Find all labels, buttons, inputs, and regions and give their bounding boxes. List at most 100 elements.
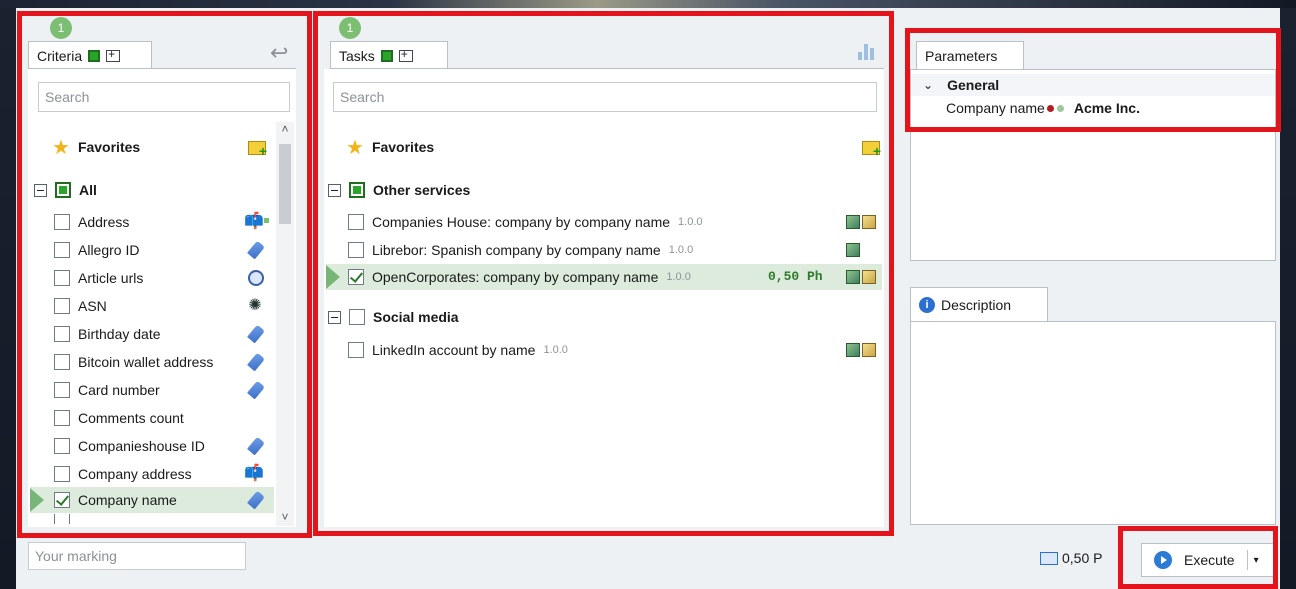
chart-icon-bar <box>858 52 862 60</box>
tag-icon <box>247 324 265 344</box>
tag-icon <box>247 240 265 260</box>
criteria-checkbox[interactable] <box>54 466 70 482</box>
criteria-checkbox[interactable] <box>54 492 70 508</box>
criteria-group-all[interactable]: All <box>34 176 97 204</box>
criteria-item[interactable]: Company address <box>54 460 248 488</box>
criteria-item[interactable]: ASN <box>54 292 248 320</box>
criteria-item-label: ASN <box>78 298 107 314</box>
marking-input[interactable]: Your marking <box>28 542 246 570</box>
cost-value: 0,50 P <box>1062 550 1103 566</box>
criteria-checkbox[interactable] <box>54 326 70 342</box>
status-dot-icon <box>1056 104 1064 112</box>
all-checkbox[interactable] <box>55 182 71 198</box>
tab-description[interactable]: i Description <box>910 287 1048 321</box>
add-favorite-folder-icon[interactable] <box>862 141 881 159</box>
criteria-item[interactable]: Birthday date <box>54 320 248 348</box>
cost-indicator: 0,50 P <box>1040 550 1102 566</box>
criteria-search-input[interactable]: Search <box>38 82 290 112</box>
tab-tasks[interactable]: Tasks <box>330 41 448 69</box>
undo-icon[interactable]: ↩ <box>270 40 288 66</box>
collapse-icon[interactable] <box>34 183 47 197</box>
all-label: All <box>79 182 97 198</box>
task-item[interactable]: Companies House: company by company name… <box>348 208 703 236</box>
tasks-tab-label: Tasks <box>339 47 375 64</box>
criteria-checkbox[interactable] <box>54 438 70 454</box>
execute-dropdown-divider <box>1246 550 1248 570</box>
criteria-item-label: Allegro ID <box>78 242 140 258</box>
criteria-checkbox[interactable] <box>54 514 70 524</box>
criteria-checkbox[interactable] <box>54 354 70 370</box>
criteria-checkbox[interactable] <box>54 242 70 258</box>
tasks-search-input[interactable]: Search <box>333 82 877 112</box>
window-top-strip <box>0 0 1296 8</box>
criteria-item-label: Comments count <box>78 410 184 426</box>
play-icon <box>1154 551 1172 569</box>
expand-all-icon[interactable] <box>106 47 121 62</box>
criteria-item-selected[interactable]: Company name <box>54 486 248 514</box>
parameter-row[interactable]: Company name Acme Inc. <box>946 100 1140 116</box>
group-checkbox[interactable] <box>349 182 365 198</box>
task-item-selected[interactable]: OpenCorporates: company by company name … <box>348 263 691 291</box>
tasks-favorites[interactable]: ★ Favorites <box>346 133 434 161</box>
parameters-panel <box>910 69 1276 261</box>
select-all-icon[interactable] <box>88 49 101 62</box>
tab-parameters[interactable]: Parameters <box>916 41 1024 69</box>
chart-icon[interactable] <box>858 40 874 60</box>
star-icon: ★ <box>52 136 70 159</box>
select-all-icon[interactable] <box>380 49 393 62</box>
criteria-item[interactable]: Companieshouse ID <box>54 432 248 460</box>
chevron-down-icon[interactable]: ⌄ <box>923 78 933 92</box>
task-item[interactable]: LinkedIn account by name 1.0.0 <box>348 336 568 364</box>
scroll-thumb[interactable] <box>279 144 291 224</box>
tab-criteria[interactable]: Criteria <box>28 41 152 69</box>
required-dot-icon <box>1046 104 1054 112</box>
criteria-checkbox[interactable] <box>54 270 70 286</box>
task-checkbox[interactable] <box>348 242 364 258</box>
task-checkbox[interactable] <box>348 342 364 358</box>
map-icon <box>846 243 860 257</box>
task-group-other-services[interactable]: Other services <box>328 176 470 204</box>
parameters-tab-label: Parameters <box>925 47 998 64</box>
map-icon <box>846 215 860 229</box>
criteria-checkbox[interactable] <box>54 298 70 314</box>
criteria-scrollbar[interactable]: ˄ ˅ <box>276 122 294 526</box>
expand-all-icon[interactable] <box>398 47 413 62</box>
task-version: 1.0.0 <box>666 271 691 283</box>
scroll-up-icon[interactable]: ˄ <box>276 122 294 136</box>
collapse-icon[interactable] <box>328 183 341 197</box>
task-checkbox[interactable] <box>348 269 364 285</box>
parameter-value[interactable]: Acme Inc. <box>1074 100 1140 116</box>
background-left <box>0 8 16 589</box>
criteria-count-badge: 1 <box>50 17 72 39</box>
criteria-checkbox[interactable] <box>54 410 70 426</box>
criteria-item-label: Card number <box>78 382 160 398</box>
criteria-item[interactable]: Allegro ID <box>54 236 248 264</box>
parameter-label: Company name <box>946 100 1045 116</box>
task-group-social-media[interactable]: Social media <box>328 303 459 331</box>
group-label: Social media <box>373 309 459 325</box>
favorites-label: Favorites <box>77 139 141 155</box>
criteria-favorites[interactable]: ★ Favorites <box>52 133 140 161</box>
criteria-item[interactable]: Card number <box>54 376 248 404</box>
criteria-checkbox[interactable] <box>54 214 70 230</box>
criteria-item[interactable]: Bitcoin wallet address <box>54 348 248 376</box>
scroll-down-icon[interactable]: ˅ <box>276 510 294 524</box>
criteria-item[interactable]: Article urls <box>54 264 248 292</box>
criteria-item[interactable]: Comments count <box>54 404 248 432</box>
parameters-section-header[interactable]: ⌄ General <box>911 74 1275 96</box>
add-favorite-folder-icon[interactable] <box>248 141 267 159</box>
task-item[interactable]: Librebor: Spanish company by company nam… <box>348 236 693 264</box>
group-checkbox[interactable] <box>349 309 365 325</box>
execute-button[interactable]: Execute ▾ <box>1141 543 1276 577</box>
location-icon <box>862 215 876 229</box>
group-label: Other services <box>373 182 471 198</box>
task-checkbox[interactable] <box>348 214 364 230</box>
network-icon: ✺ <box>248 297 262 314</box>
task-icons <box>846 343 876 357</box>
criteria-checkbox[interactable] <box>54 382 70 398</box>
chevron-down-icon[interactable]: ▾ <box>1254 555 1259 566</box>
task-version: 1.0.0 <box>543 344 568 356</box>
criteria-item[interactable]: Address <box>54 208 248 236</box>
collapse-icon[interactable] <box>328 310 341 324</box>
criteria-item-label: Company name <box>78 492 177 508</box>
